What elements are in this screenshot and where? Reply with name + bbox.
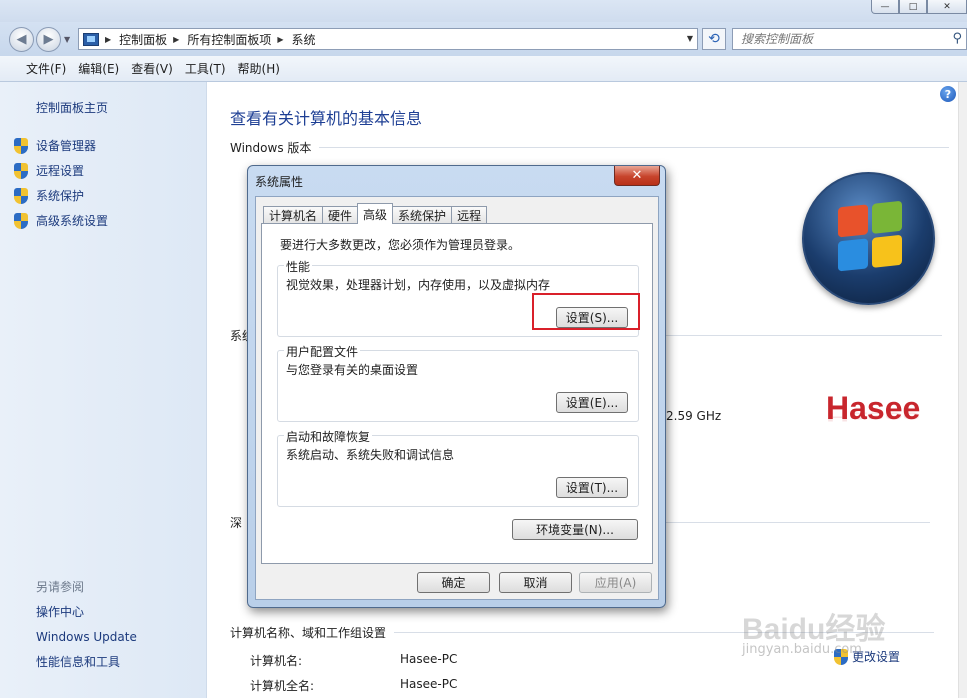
uac-shield-icon — [14, 212, 28, 229]
section-windows-edition: Windows 版本 — [230, 139, 950, 156]
link-label: 设备管理器 — [36, 139, 97, 153]
address-bar[interactable]: ▶ 控制面板 ▶ 所有控制面板项 ▶ 系统 ▼ — [78, 28, 698, 50]
dialog-body: 计算机名 硬件 高级 系统保护 远程 要进行大多数更改，您必须作为管理员登录。 … — [255, 196, 659, 600]
cancel-button[interactable]: 取消 — [499, 572, 572, 593]
section-title: 深 — [230, 516, 243, 530]
tab-computer-name[interactable]: 计算机名 — [263, 206, 324, 224]
navigation-bar: ◀ ▶ ▼ ▶ 控制面板 ▶ 所有控制面板项 ▶ 系统 ▼ ⟲ ⚲ — [0, 22, 967, 56]
tab-system-protection[interactable]: 系统保护 — [392, 206, 453, 224]
group-label: 性能 — [284, 258, 313, 275]
menu-help[interactable]: 帮助(H) — [238, 60, 280, 77]
forward-button[interactable]: ▶ — [36, 27, 61, 52]
recent-pages-dropdown[interactable]: ▼ — [64, 35, 70, 44]
window-controls: — □ ✕ — [871, 0, 967, 14]
computer-name-label: 计算机名: — [250, 654, 303, 668]
search-box[interactable]: ⚲ — [732, 28, 967, 50]
group-description: 与您登录有关的桌面设置 — [286, 363, 419, 377]
system-properties-dialog: 系统属性 ✕ 计算机名 硬件 高级 系统保护 远程 要进行大多数更改，您必须作为… — [247, 165, 666, 608]
section-title: 计算机名称、域和工作组设置 — [230, 626, 387, 640]
baidu-watermark-url: jingyan.baidu.com — [742, 642, 862, 657]
forward-arrow-icon: ▶ — [43, 32, 54, 47]
tab-remote[interactable]: 远程 — [451, 206, 488, 224]
computer-fullname-value: Hasee-PC — [400, 677, 458, 691]
group-description: 系统启动、系统失败和调试信息 — [286, 448, 455, 462]
annotation-highlight-box — [532, 293, 640, 330]
ok-button[interactable]: 确定 — [417, 572, 490, 593]
minimize-button[interactable]: — — [871, 0, 899, 14]
user-profiles-settings-button[interactable]: 设置(E)... — [556, 392, 628, 413]
menu-tools[interactable]: 工具(T) — [185, 60, 226, 77]
search-icon[interactable]: ⚲ — [952, 31, 962, 46]
back-arrow-icon: ◀ — [16, 32, 27, 47]
menu-file[interactable]: 文件(F) — [26, 60, 66, 77]
computer-fullname-label: 计算机全名: — [250, 679, 315, 693]
back-button[interactable]: ◀ — [9, 27, 34, 52]
group-label: 启动和故障恢复 — [284, 428, 373, 445]
system-protection-link[interactable]: 系统保护 — [14, 183, 108, 208]
breadcrumb-control-panel[interactable]: 控制面板 — [119, 31, 167, 48]
breadcrumb-chevron-icon[interactable]: ▶ — [277, 35, 283, 44]
divider — [319, 147, 950, 148]
tab-advanced[interactable]: 高级 — [357, 203, 394, 224]
group-label: 用户配置文件 — [284, 343, 361, 360]
help-icon[interactable]: ? — [940, 86, 956, 102]
apply-button[interactable]: 应用(A) — [579, 572, 652, 593]
group-description: 视觉效果，处理器计划，内存使用，以及虚拟内存 — [286, 278, 551, 292]
link-label: 高级系统设置 — [36, 214, 109, 228]
control-panel-icon — [83, 32, 99, 46]
environment-variables-button[interactable]: 环境变量(N)... — [512, 519, 638, 540]
window-titlebar: — □ ✕ — [0, 0, 967, 22]
performance-info-link[interactable]: 性能信息和工具 — [36, 650, 137, 675]
admin-note: 要进行大多数更改，您必须作为管理员登录。 — [280, 238, 521, 252]
link-label: 远程设置 — [36, 164, 85, 178]
address-dropdown-icon[interactable]: ▼ — [687, 34, 693, 43]
section-title: Windows 版本 — [230, 141, 312, 155]
uac-shield-icon — [14, 187, 28, 204]
advanced-tab-panel: 要进行大多数更改，您必须作为管理员登录。 性能 视觉效果，处理器计划，内存使用，… — [261, 223, 653, 564]
advanced-system-settings-link[interactable]: 高级系统设置 — [14, 208, 108, 233]
breadcrumb-chevron-icon[interactable]: ▶ — [173, 35, 179, 44]
menu-edit[interactable]: 编辑(E) — [78, 60, 119, 77]
menu-view[interactable]: 查看(V) — [131, 60, 173, 77]
processor-speed: 2.59 GHz — [666, 409, 722, 423]
maximize-button[interactable]: □ — [899, 0, 927, 14]
windows-update-link[interactable]: Windows Update — [36, 625, 137, 650]
remote-settings-link[interactable]: 远程设置 — [14, 158, 108, 183]
task-links: 设备管理器 远程设置 系统保护 高级系统设置 — [14, 133, 108, 233]
page-title: 查看有关计算机的基本信息 — [230, 109, 423, 128]
user-profiles-group: 用户配置文件 与您登录有关的桌面设置 设置(E)... — [277, 343, 639, 422]
startup-recovery-settings-button[interactable]: 设置(T)... — [556, 477, 628, 498]
control-panel-home-link[interactable]: 控制面板主页 — [36, 99, 108, 116]
close-icon: ✕ — [631, 168, 643, 183]
computer-name-value: Hasee-PC — [400, 652, 458, 666]
tab-hardware[interactable]: 硬件 — [322, 206, 359, 224]
link-label: 系统保护 — [36, 189, 85, 203]
close-button[interactable]: ✕ — [927, 0, 967, 14]
scrollbar[interactable] — [958, 82, 967, 698]
breadcrumb-chevron-icon[interactable]: ▶ — [105, 35, 111, 44]
device-manager-link[interactable]: 设备管理器 — [14, 133, 108, 158]
uac-shield-icon — [14, 137, 28, 154]
see-also-links: 操作中心 Windows Update 性能信息和工具 — [36, 600, 137, 675]
refresh-button[interactable]: ⟲ — [702, 28, 726, 50]
see-also-heading: 另请参阅 — [36, 580, 85, 594]
menu-bar: 文件(F) 编辑(E) 查看(V) 工具(T) 帮助(H) — [0, 56, 967, 82]
search-input[interactable] — [741, 32, 941, 46]
startup-recovery-group: 启动和故障恢复 系统启动、系统失败和调试信息 设置(T)... — [277, 428, 639, 507]
hasee-logo-reflection: Hasee — [826, 409, 921, 424]
dialog-title: 系统属性 — [255, 175, 304, 189]
breadcrumb-all-items[interactable]: 所有控制面板项 — [187, 31, 271, 48]
windows-flag-icon — [838, 200, 904, 274]
tab-strip: 计算机名 硬件 高级 系统保护 远程 — [263, 203, 488, 224]
task-pane: 控制面板主页 设备管理器 远程设置 系统保护 高级系统设置 另请参阅 操作中心 … — [0, 82, 207, 698]
dialog-close-button[interactable]: ✕ — [614, 166, 660, 186]
windows-logo — [802, 172, 935, 305]
action-center-link[interactable]: 操作中心 — [36, 600, 137, 625]
uac-shield-icon — [14, 162, 28, 179]
refresh-icon: ⟲ — [708, 31, 720, 47]
breadcrumb-system[interactable]: 系统 — [292, 31, 316, 48]
